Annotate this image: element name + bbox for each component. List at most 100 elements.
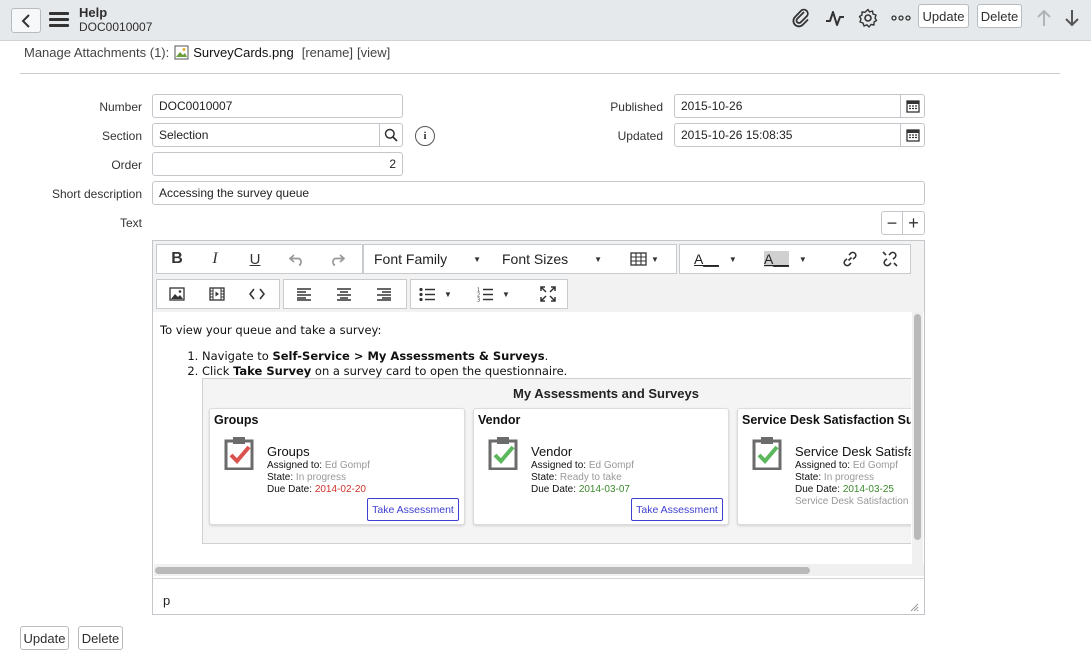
form-header: Help DOC0010007 Update Delete: [0, 0, 1091, 41]
italic-icon[interactable]: I: [197, 245, 233, 273]
link-icon[interactable]: [832, 245, 868, 273]
text-color-icon: A__: [694, 251, 719, 267]
published-label: Published: [610, 100, 663, 114]
align-left-icon[interactable]: [286, 280, 322, 308]
bold-icon[interactable]: B: [159, 245, 195, 273]
steps-list: Navigate to Self-Service > My Assessment…: [202, 349, 567, 379]
card-name: Groups: [267, 444, 310, 459]
header-delete-button[interactable]: Delete: [977, 4, 1022, 28]
plus-icon[interactable]: +: [903, 212, 924, 234]
card-header: Vendor: [478, 413, 521, 427]
text-label: Text: [119, 216, 142, 230]
section-label: Section: [101, 129, 142, 143]
more-options-icon[interactable]: [889, 6, 913, 30]
insert-image-icon[interactable]: [159, 280, 195, 308]
short-description-field[interactable]: Accessing the survey queue: [152, 181, 925, 205]
card-assigned: Assigned to: Ed Gompf: [795, 460, 898, 471]
paperclip-icon[interactable]: [789, 6, 813, 30]
card-name: Vendor: [531, 444, 573, 459]
back-button[interactable]: [11, 8, 41, 33]
clipboard-check-icon: [752, 437, 782, 470]
arrow-down-icon[interactable]: [1060, 6, 1084, 30]
info-icon[interactable]: i: [415, 126, 435, 146]
page-title: Help: [79, 5, 108, 20]
arrow-up-icon[interactable]: [1032, 6, 1056, 30]
footer-update-button[interactable]: Update: [20, 626, 69, 650]
card-assigned: Assigned to: Ed Gompf: [267, 460, 370, 471]
list-item: Navigate to Self-Service > My Assessment…: [202, 349, 567, 364]
updated-field[interactable]: 2015-10-26 15:08:35: [674, 123, 901, 147]
card-state: State: In progress: [795, 472, 874, 483]
editor-status-bar: p: [153, 578, 924, 614]
rename-link[interactable]: [rename]: [302, 45, 353, 60]
element-path[interactable]: p: [163, 593, 170, 608]
unlink-icon[interactable]: [872, 245, 908, 273]
take-assessment-button[interactable]: Take Assessment: [631, 498, 723, 521]
insert-video-icon[interactable]: [199, 280, 235, 308]
number-label: Number: [99, 100, 142, 114]
html-editor: B I U Font Family ▼ Font Sizes ▼ ▼ A__ ▼ A_…: [152, 240, 925, 615]
source-code-icon[interactable]: [239, 280, 275, 308]
editor-toolbar-row-2: ▼ 123 ▼: [153, 276, 924, 312]
number-field[interactable]: DOC0010007: [152, 94, 403, 118]
card-due: Due Date: 2014-02-20: [267, 484, 366, 495]
order-field[interactable]: 2: [152, 152, 403, 176]
view-link[interactable]: [view]: [357, 45, 390, 60]
text-color-dropdown[interactable]: A__ ▼: [694, 245, 752, 273]
caret-down-icon: ▼: [473, 254, 482, 264]
scrollbar-thumb[interactable]: [155, 567, 810, 574]
caret-down-icon: ▼: [502, 289, 510, 299]
attachment-file-link[interactable]: SurveyCards.png: [193, 45, 293, 60]
section-field[interactable]: Selection: [152, 123, 380, 147]
survey-card: Groups Groups Assigned to: Ed Gompf Stat…: [209, 408, 465, 525]
footer-delete-button[interactable]: Delete: [78, 626, 123, 650]
undo-icon[interactable]: [279, 245, 315, 273]
take-assessment-button[interactable]: Take Assessment: [367, 498, 459, 521]
hamburger-menu-icon[interactable]: [49, 12, 69, 28]
fullscreen-icon[interactable]: [531, 280, 565, 308]
format-group: B I U: [156, 244, 363, 274]
card-state: State: Ready to take: [531, 472, 622, 483]
calendar-icon: [905, 100, 920, 113]
record-number: DOC0010007: [79, 20, 153, 34]
horizontal-scrollbar[interactable]: [154, 564, 924, 576]
scrollbar-thumb[interactable]: [914, 314, 921, 540]
background-color-icon: A__: [764, 251, 789, 267]
caret-down-icon: ▼: [444, 289, 452, 299]
underline-icon[interactable]: U: [237, 245, 273, 273]
updated-label: Updated: [617, 129, 663, 143]
align-center-icon[interactable]: [326, 280, 362, 308]
activity-pulse-icon[interactable]: [823, 6, 847, 30]
editor-content[interactable]: To view your queue and take a survey: Na…: [154, 312, 911, 564]
bullet-list-icon: [419, 287, 435, 301]
bullet-list-dropdown[interactable]: ▼: [419, 280, 465, 308]
table-dropdown[interactable]: ▼: [630, 245, 670, 273]
header-update-button[interactable]: Update: [918, 4, 969, 28]
updated-calendar-button[interactable]: [900, 123, 925, 147]
align-right-icon[interactable]: [366, 280, 402, 308]
background-color-dropdown[interactable]: A__ ▼: [764, 245, 824, 273]
gear-icon[interactable]: [856, 6, 880, 30]
minus-icon[interactable]: −: [882, 212, 903, 234]
card-extra: Service Desk Satisfaction: [795, 496, 909, 507]
redo-icon[interactable]: [319, 245, 355, 273]
embedded-screenshot: My Assessments and Surveys Groups Groups…: [202, 378, 911, 544]
numbered-list-dropdown[interactable]: 123 ▼: [477, 280, 523, 308]
card-state: State: In progress: [267, 472, 346, 483]
list-item: Click Take Survey on a survey card to op…: [202, 364, 567, 379]
editor-resize-controls: − +: [881, 211, 925, 235]
published-field[interactable]: 2015-10-26: [674, 94, 901, 118]
vertical-scrollbar[interactable]: [912, 312, 923, 564]
survey-card: Vendor Vendor Assigned to: Ed Gompf Stat…: [473, 408, 729, 525]
resize-handle-icon[interactable]: [910, 603, 919, 612]
section-lookup-button[interactable]: [379, 123, 403, 147]
font-family-dropdown[interactable]: Font Family ▼: [374, 245, 494, 273]
published-calendar-button[interactable]: [900, 94, 925, 118]
attachments-bar: Manage Attachments (1): SurveyCards.png …: [24, 45, 390, 60]
color-group: A__ ▼ A__ ▼: [679, 244, 911, 274]
font-group: Font Family ▼ Font Sizes ▼ ▼: [363, 244, 677, 274]
screenshot-title: My Assessments and Surveys: [513, 386, 699, 401]
image-file-icon: [174, 45, 189, 60]
font-sizes-dropdown[interactable]: Font Sizes ▼: [502, 245, 612, 273]
clipboard-check-icon: [224, 437, 254, 470]
